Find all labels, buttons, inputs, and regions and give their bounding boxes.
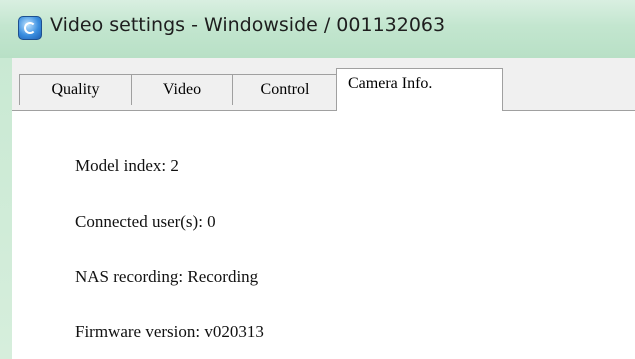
model-index-label: Model index: 2 [75, 156, 179, 175]
connected-users-label: Connected user(s): 0 [75, 212, 216, 231]
camera-app-icon[interactable] [18, 16, 42, 40]
tab-camera-info[interactable]: Camera Info. [336, 68, 503, 111]
nas-recording-label: NAS recording: Recording [75, 267, 259, 286]
window-title: Video settings - Windowside / 001132063 [50, 14, 446, 36]
title-bar[interactable]: Video settings - Windowside / 001132063 [0, 0, 635, 58]
tab-video[interactable]: Video [131, 74, 233, 105]
tab-quality[interactable]: Quality [19, 74, 132, 105]
window-frame-left [0, 58, 12, 359]
camera-info-panel: Model index: 2 Connected user(s): 0 NAS … [12, 111, 635, 359]
tab-control[interactable]: Control [232, 74, 338, 105]
firmware-version-label: Firmware version: v020313 [75, 322, 264, 341]
tab-strip: Quality Video Control Camera Info. [12, 58, 635, 111]
